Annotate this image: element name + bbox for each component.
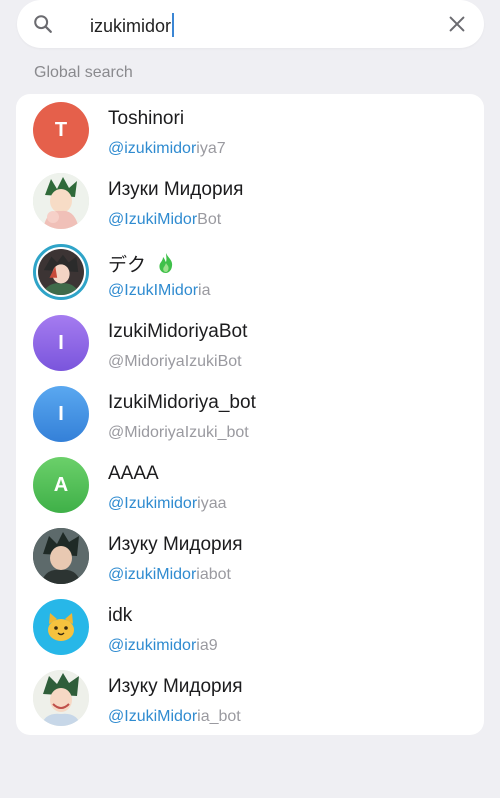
handle-rest: ia9 bbox=[196, 637, 218, 654]
close-icon[interactable] bbox=[446, 13, 468, 35]
avatar bbox=[33, 599, 89, 655]
avatar bbox=[33, 244, 89, 300]
list-item[interactable]: Изуку Мидория @izukiMidoriabot bbox=[16, 520, 484, 591]
result-name: Изуки Мидория bbox=[108, 179, 244, 200]
list-item[interactable]: idk @izukimidoria9 bbox=[16, 591, 484, 662]
handle-rest: @MidoriyaIzuki_bot bbox=[108, 424, 249, 441]
result-name: Изуку Мидория bbox=[108, 676, 243, 697]
result-name: デク bbox=[108, 250, 176, 277]
handle-prefix: @ bbox=[108, 211, 125, 228]
handle-prefix: @ bbox=[108, 282, 125, 299]
result-name-text: デク bbox=[108, 255, 147, 276]
handle-rest: @MidoriyaIzukiBot bbox=[108, 353, 242, 370]
avatar bbox=[33, 173, 89, 229]
handle-match: IzukIMidor bbox=[124, 282, 199, 299]
avatar-letter: T bbox=[54, 118, 68, 141]
result-name: idk bbox=[108, 605, 133, 626]
result-name: Изуку Мидория bbox=[108, 534, 243, 555]
list-item[interactable]: デク @IzukIMidoria bbox=[16, 236, 484, 307]
result-handle: @izukiMidoriabot bbox=[108, 566, 231, 584]
fire-emoji-icon bbox=[159, 253, 173, 273]
list-item[interactable]: Изуку Мидория @IzukiMidoria_bot bbox=[16, 662, 484, 733]
avatar: I bbox=[33, 315, 89, 371]
result-name: Toshinori bbox=[108, 108, 185, 129]
search-icon bbox=[34, 15, 52, 33]
handle-match: IzukiMidor bbox=[124, 708, 198, 725]
handle-prefix: @ bbox=[108, 708, 125, 725]
result-handle: @IzukiMidorBot bbox=[108, 211, 221, 229]
handle-prefix: @ bbox=[108, 566, 125, 583]
result-handle: @IzukiMidoria_bot bbox=[108, 708, 241, 726]
avatar: A bbox=[33, 457, 89, 513]
handle-prefix: @ bbox=[108, 495, 125, 512]
text-caret bbox=[172, 13, 175, 37]
handle-match: IzukiMidor bbox=[124, 211, 198, 228]
handle-match: izukimidor bbox=[124, 637, 197, 654]
avatar-letter: I bbox=[58, 331, 64, 354]
list-item[interactable]: T Toshinori @izukimidoriya7 bbox=[16, 94, 484, 165]
handle-match: izukimidor bbox=[124, 140, 197, 157]
result-handle: @IzukIMidoria bbox=[108, 282, 211, 300]
handle-match: Izukimidor bbox=[124, 495, 198, 512]
handle-rest: iyaa bbox=[197, 495, 227, 512]
results-list: T Toshinori @izukimidoriya7 Изуки Мидори… bbox=[16, 94, 484, 735]
result-handle: @MidoriyaIzukiBot bbox=[108, 353, 242, 371]
handle-prefix: @ bbox=[108, 637, 125, 654]
avatar-image bbox=[33, 670, 89, 726]
list-item[interactable]: I IzukiMidoriyaBot @MidoriyaIzukiBot bbox=[16, 307, 484, 378]
list-item[interactable]: Изуки Мидория @IzukiMidorBot bbox=[16, 165, 484, 236]
search-input[interactable]: izukimidor bbox=[90, 13, 175, 37]
result-handle: @izukimidoria9 bbox=[108, 637, 218, 655]
section-title: Global search bbox=[34, 64, 133, 81]
handle-match: izukiMidor bbox=[124, 566, 197, 583]
list-item[interactable]: A AAAA @Izukimidoriyaa bbox=[16, 449, 484, 520]
avatar-image bbox=[33, 528, 89, 584]
result-handle: @izukimidoriya7 bbox=[108, 140, 226, 158]
cat-emoji-icon bbox=[48, 613, 74, 641]
avatar bbox=[33, 528, 89, 584]
avatar-image bbox=[38, 249, 84, 295]
avatar-letter: A bbox=[53, 473, 69, 496]
handle-rest: Bot bbox=[197, 211, 222, 228]
handle-prefix: @ bbox=[108, 140, 125, 157]
search-bar[interactable]: izukimidor bbox=[17, 0, 484, 48]
search-query: izukimidor bbox=[90, 16, 172, 36]
result-handle: @Izukimidoriyaa bbox=[108, 495, 227, 513]
result-name: IzukiMidoriya_bot bbox=[108, 392, 256, 413]
avatar: T bbox=[33, 102, 89, 158]
handle-rest: ia_bot bbox=[197, 708, 241, 725]
avatar bbox=[33, 670, 89, 726]
result-handle: @MidoriyaIzuki_bot bbox=[108, 424, 249, 442]
result-name: AAAA bbox=[108, 463, 159, 484]
avatar-letter: I bbox=[58, 402, 64, 425]
avatar-image bbox=[33, 173, 89, 229]
handle-rest: iya7 bbox=[196, 140, 226, 157]
avatar: I bbox=[33, 386, 89, 442]
handle-rest: iabot bbox=[196, 566, 231, 583]
handle-rest: ia bbox=[198, 282, 211, 299]
result-name: IzukiMidoriyaBot bbox=[108, 321, 248, 342]
list-item[interactable]: I IzukiMidoriya_bot @MidoriyaIzuki_bot bbox=[16, 378, 484, 449]
